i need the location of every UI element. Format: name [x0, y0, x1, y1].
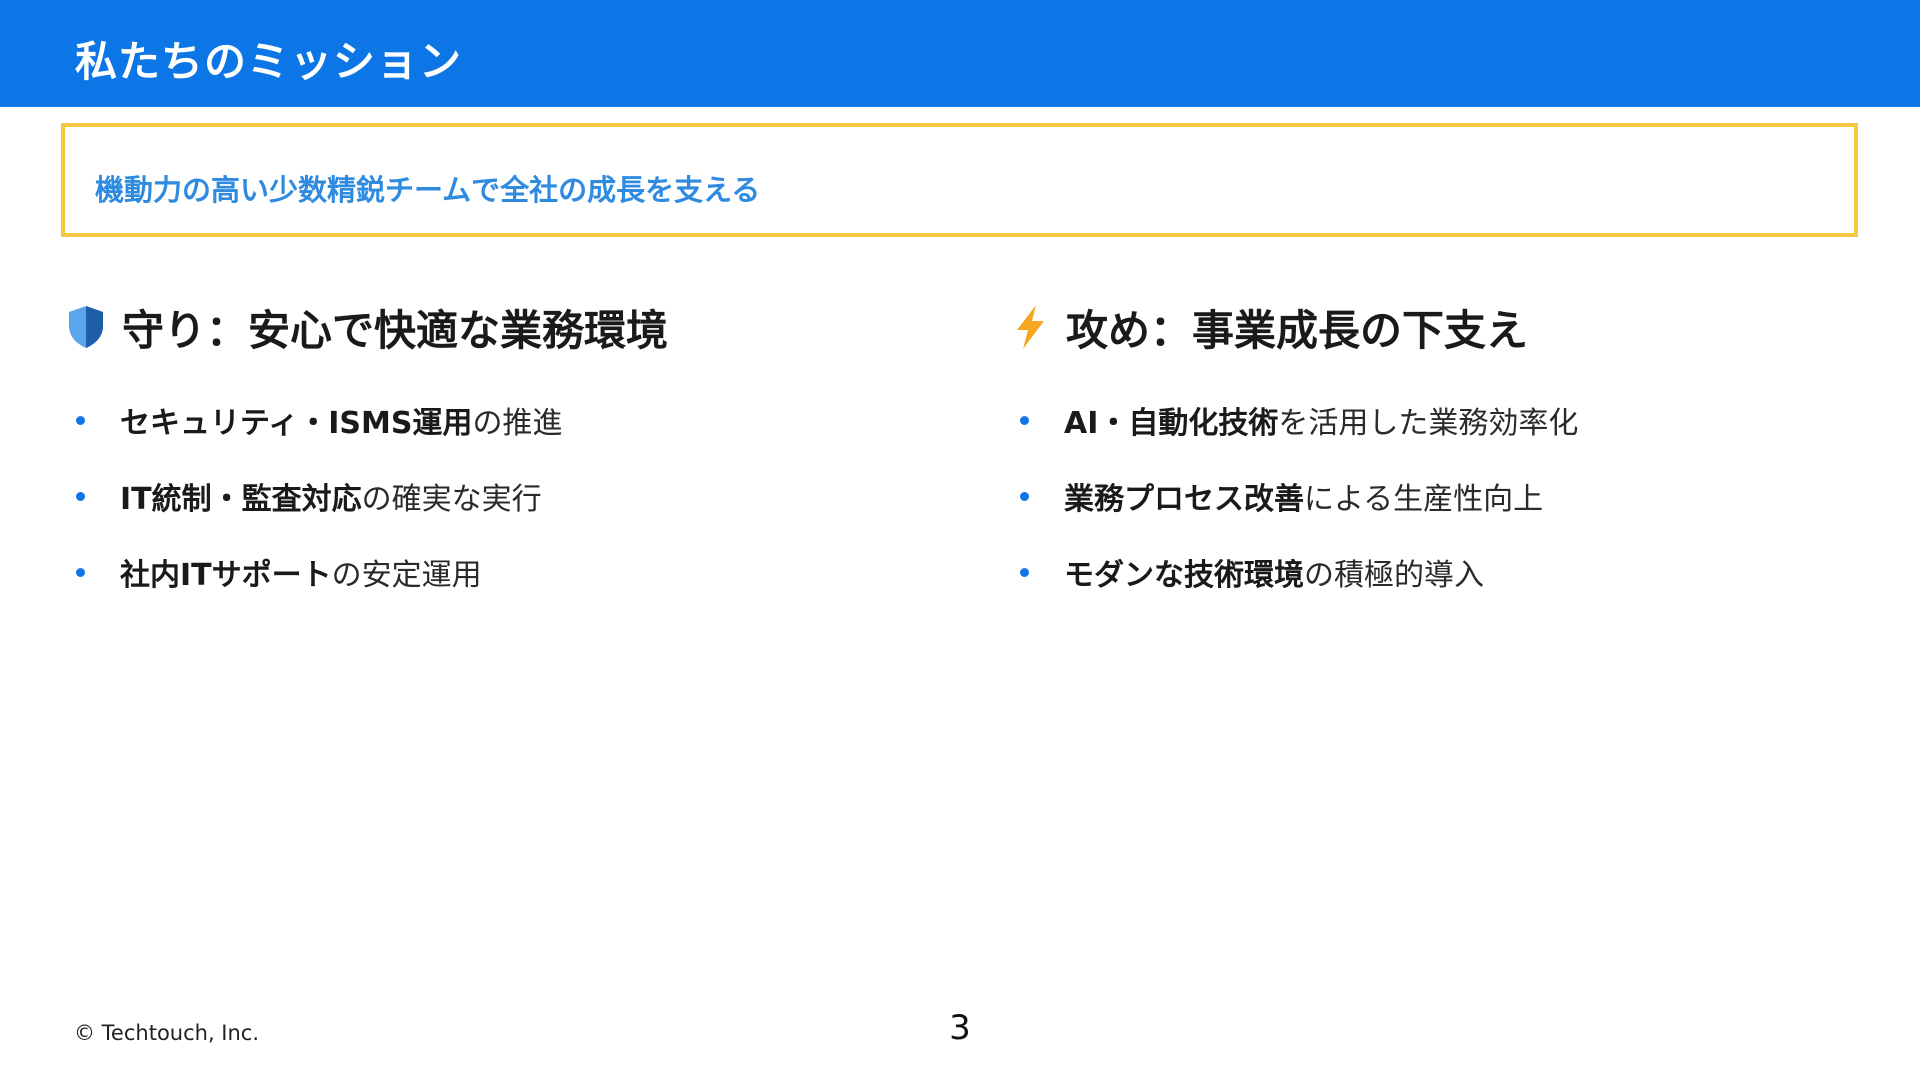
- bullet-rest-text: の推進: [472, 406, 563, 441]
- list-item: セキュリティ・ISMS運用 の推進: [64, 400, 944, 441]
- mission-statement: 機動力の高い少数精鋭チームで全社の成長を支える: [95, 173, 761, 207]
- bullet-icon: [1020, 491, 1029, 501]
- offense-column: 攻め：事業成長の下支え AI・自動化技術 を活用した業務効率化 業務プロセス改善に…: [1008, 292, 1888, 628]
- page-number: 3: [949, 1008, 971, 1048]
- bullet-strong-text: 業務プロセス改善: [1064, 482, 1304, 517]
- bullet-strong-text: セキュリティ・ISMS運用: [120, 406, 473, 441]
- mission-box: 機動力の高い少数精鋭チームで全社の成長を支える: [61, 123, 1858, 237]
- defense-column: 守り：安心で快適な業務環境 セキュリティ・ISMS運用 の推進 IT統制・監査対応…: [64, 292, 944, 628]
- defense-list: セキュリティ・ISMS運用 の推進 IT統制・監査対応 の確実な実行 社内ITサポー…: [64, 400, 944, 593]
- list-item: IT統制・監査対応 の確実な実行: [64, 476, 944, 517]
- list-item: 業務プロセス改善 による生産性向上: [1008, 476, 1888, 517]
- defense-heading: 守り：安心で快適な業務環境: [64, 292, 944, 362]
- bullet-rest-text: の積極的導入: [1304, 558, 1484, 593]
- bullet-strong-text: モダンな技術環境: [1064, 558, 1304, 593]
- bullet-icon: [76, 415, 85, 425]
- lightning-icon: [1008, 301, 1052, 353]
- list-item: AI・自動化技術 を活用した業務効率化: [1008, 400, 1888, 441]
- defense-heading-text: 守り：安心で快適な業務環境: [122, 305, 669, 355]
- bullet-rest-text: の確実な実行: [361, 482, 542, 517]
- list-item: 社内ITサポート の安定運用: [64, 552, 944, 593]
- shield-icon: [64, 301, 108, 353]
- bullet-rest-text: を活用した業務効率化: [1278, 406, 1579, 441]
- slide: 私たちのミッション 機動力の高い少数精鋭チームで全社の成長を支える 守り：安心で…: [0, 0, 1920, 1080]
- bullet-icon: [1020, 567, 1029, 577]
- list-item: モダンな技術環境 の積極的導入: [1008, 552, 1888, 593]
- offense-heading: 攻め：事業成長の下支え: [1008, 292, 1888, 362]
- bullet-icon: [1020, 415, 1029, 425]
- bullet-icon: [76, 567, 85, 577]
- bullet-icon: [76, 491, 85, 501]
- page-title: 私たちのミッション: [75, 37, 463, 86]
- offense-heading-text: 攻め：事業成長の下支え: [1066, 305, 1529, 355]
- bullet-strong-text: 社内ITサポート: [120, 558, 332, 593]
- bullet-strong-text: AI・自動化技術: [1064, 406, 1279, 441]
- bullet-rest-text: の安定運用: [331, 558, 482, 593]
- bullet-rest-text: による生産性向上: [1304, 482, 1544, 517]
- offense-list: AI・自動化技術 を活用した業務効率化 業務プロセス改善 による生産性向上 モダンな…: [1008, 400, 1888, 593]
- bullet-strong-text: IT統制・監査対応: [120, 482, 362, 517]
